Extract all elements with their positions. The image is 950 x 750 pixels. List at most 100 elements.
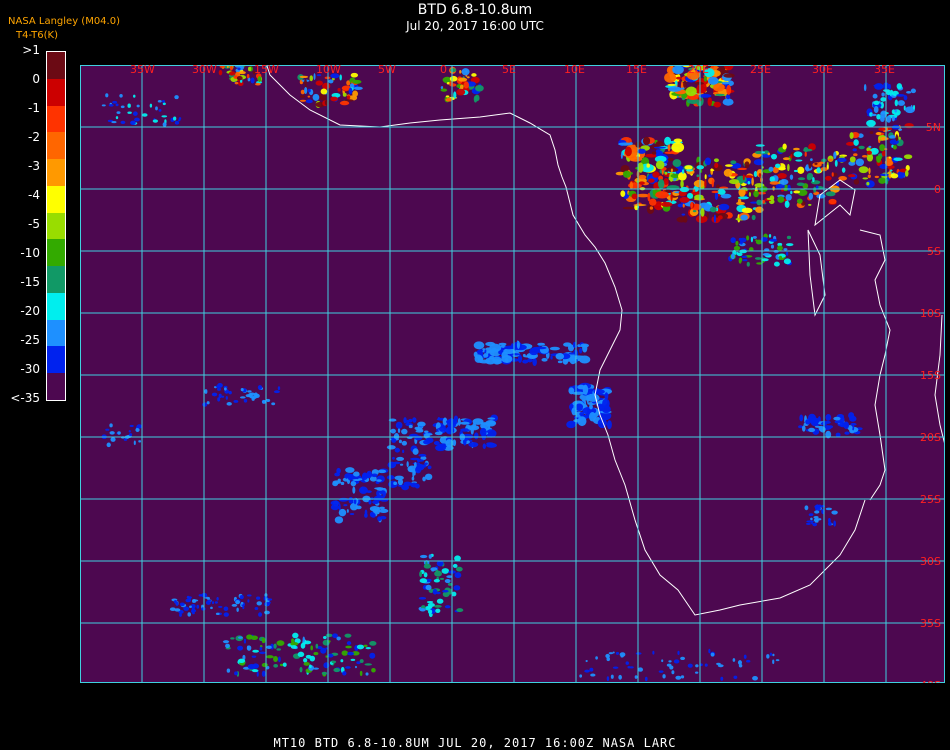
cloud-patch bbox=[369, 652, 376, 659]
cloud-patch bbox=[401, 484, 409, 491]
cloud-patch bbox=[655, 160, 665, 170]
cloud-patch bbox=[187, 612, 191, 617]
cloud-patch bbox=[292, 632, 299, 639]
cloud-patch bbox=[772, 659, 775, 665]
cloud-patch bbox=[442, 589, 449, 593]
cloud-patch bbox=[844, 431, 850, 435]
cloud-patch bbox=[302, 636, 305, 643]
cloud-patch bbox=[677, 650, 680, 656]
cloud-patch bbox=[637, 148, 646, 154]
cloud-patch bbox=[716, 662, 721, 666]
cloud-patch bbox=[376, 479, 382, 482]
legend-units: T4-T6(K) bbox=[16, 30, 58, 41]
legend-label: -1 bbox=[28, 101, 40, 115]
legend-label: -5 bbox=[28, 217, 40, 231]
latitude-label: 15S bbox=[920, 369, 941, 382]
cloud-patch bbox=[332, 480, 342, 485]
cloud-patch bbox=[231, 603, 238, 607]
cloud-patch bbox=[667, 157, 674, 162]
cloud-patch bbox=[376, 487, 384, 491]
cloud-patch bbox=[880, 173, 889, 177]
latitude-label: 0 bbox=[934, 183, 941, 196]
cloud-patch bbox=[634, 675, 638, 679]
cloud-patch bbox=[161, 100, 166, 103]
cloud-patch bbox=[569, 355, 577, 365]
cloud-patch bbox=[341, 650, 349, 656]
cloud-patch bbox=[667, 144, 671, 152]
cloud-patch bbox=[577, 416, 587, 427]
cloud-patch bbox=[463, 81, 470, 89]
cloud-patch bbox=[579, 347, 583, 354]
cloud-patch bbox=[425, 560, 428, 567]
cloud-patch bbox=[690, 201, 694, 209]
cloud-patch bbox=[805, 522, 811, 525]
cloud-patch bbox=[785, 194, 792, 201]
cloud-patch bbox=[427, 465, 432, 470]
cloud-patch bbox=[315, 80, 323, 86]
cloud-patch bbox=[684, 165, 693, 170]
cloud-patch bbox=[755, 239, 762, 245]
cloud-patch bbox=[645, 153, 658, 158]
cloud-patch bbox=[910, 104, 913, 112]
cloud-patch bbox=[217, 382, 223, 388]
cloud-patch bbox=[354, 665, 357, 669]
cloud-patch bbox=[853, 153, 858, 157]
cloud-patch bbox=[257, 385, 263, 390]
cloud-patch bbox=[456, 88, 466, 96]
cloud-patch bbox=[834, 159, 838, 167]
cloud-patch bbox=[237, 645, 244, 651]
cloud-patch bbox=[604, 392, 609, 400]
cloud-patch bbox=[555, 353, 565, 360]
cloud-patch bbox=[136, 424, 143, 429]
cloud-patch bbox=[419, 571, 423, 578]
cloud-patch bbox=[216, 597, 219, 601]
cloud-patch bbox=[436, 598, 444, 604]
cloud-patch bbox=[787, 184, 791, 192]
cloud-patch bbox=[806, 520, 814, 523]
cloud-patch bbox=[266, 645, 272, 650]
cloud-patch bbox=[563, 342, 572, 347]
cloud-patch bbox=[345, 645, 352, 649]
cloud-patch bbox=[438, 426, 447, 432]
cloud-patch bbox=[713, 158, 719, 163]
cloud-patch bbox=[805, 419, 811, 425]
cloud-patch bbox=[723, 73, 735, 78]
cloud-patch bbox=[753, 190, 759, 198]
latitude-label: 35S bbox=[920, 617, 941, 630]
cloud-patch bbox=[346, 509, 349, 513]
cloud-patch bbox=[610, 674, 614, 679]
cloud-patch bbox=[549, 346, 560, 351]
cloud-patch bbox=[191, 607, 196, 612]
cloud-patch bbox=[178, 119, 181, 122]
cloud-patch bbox=[347, 651, 355, 656]
cloud-patch bbox=[784, 200, 790, 208]
cloud-patch bbox=[825, 191, 836, 197]
cloud-patch bbox=[813, 186, 817, 193]
cloud-patch bbox=[710, 652, 715, 657]
cloud-patch bbox=[457, 418, 461, 426]
cloud-patch bbox=[422, 476, 426, 482]
cloud-patch bbox=[523, 355, 534, 358]
cloud-patch bbox=[133, 440, 136, 446]
cloud-patch bbox=[133, 94, 136, 98]
latitude-label: 25S bbox=[920, 493, 941, 506]
cloud-patch bbox=[481, 432, 487, 441]
cloud-patch bbox=[535, 346, 547, 350]
legend-label: -15 bbox=[20, 275, 40, 289]
cloud-patch bbox=[109, 423, 113, 428]
cloud-patch bbox=[868, 145, 872, 148]
cloud-patch bbox=[319, 94, 327, 101]
cloud-patch bbox=[401, 440, 408, 446]
cloud-patch bbox=[338, 497, 349, 502]
cloud-patch bbox=[349, 512, 355, 515]
cloud-patch bbox=[743, 654, 747, 659]
cloud-patch bbox=[825, 507, 832, 511]
cloud-patch bbox=[694, 194, 704, 200]
cloud-patch bbox=[861, 154, 868, 158]
cloud-patch bbox=[746, 235, 750, 241]
cloud-patch bbox=[359, 670, 363, 677]
cloud-patch bbox=[744, 161, 750, 169]
cloud-patch bbox=[671, 670, 675, 675]
cloud-patch bbox=[273, 656, 278, 663]
cloud-patch bbox=[786, 235, 792, 240]
